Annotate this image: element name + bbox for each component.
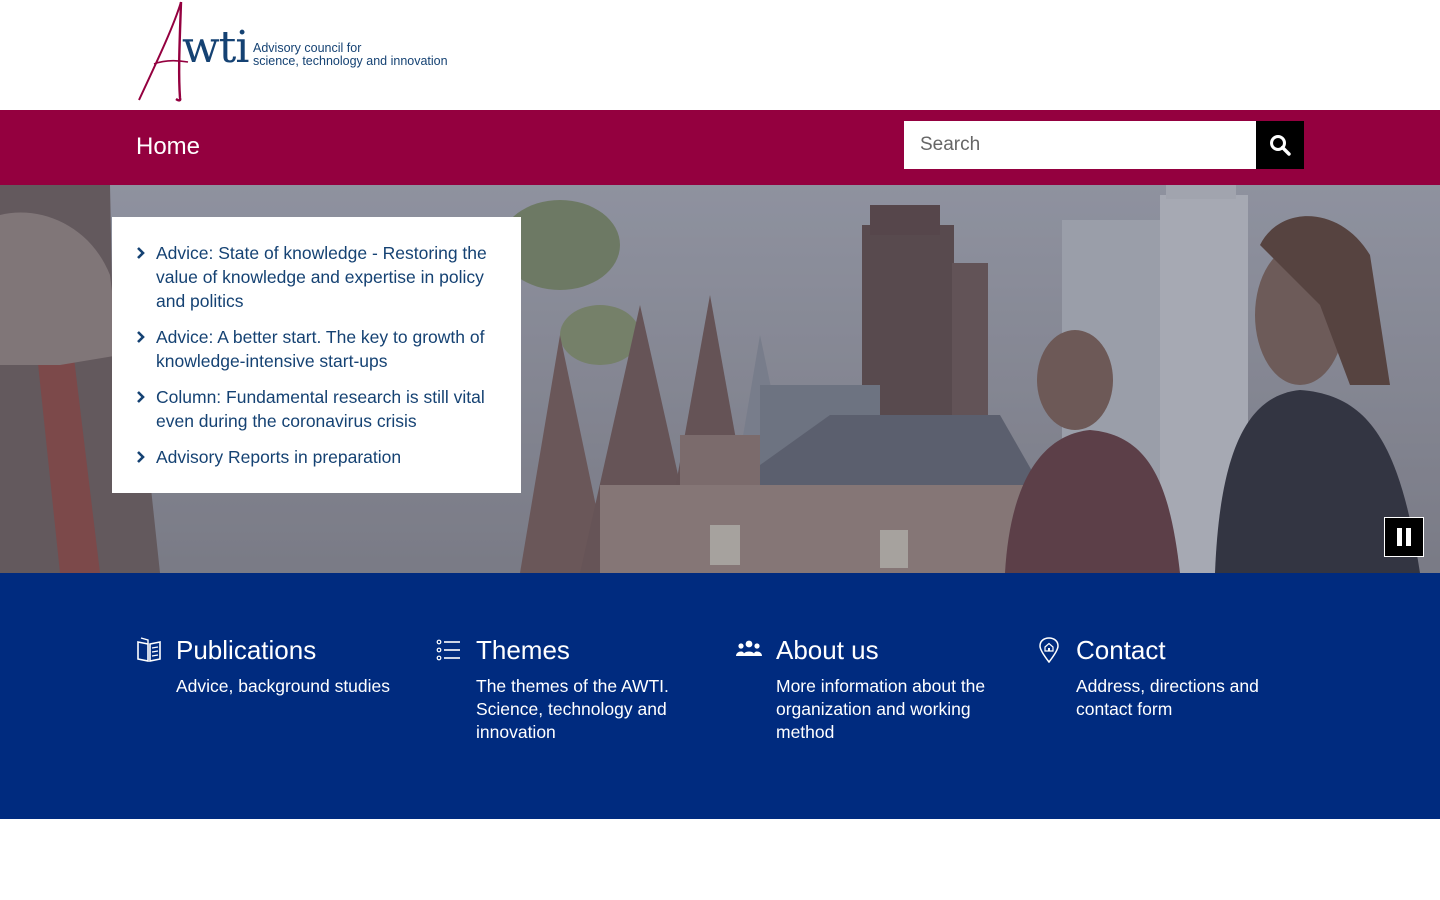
tile-description: More information about the organization … [776, 676, 986, 742]
search-icon [1270, 135, 1291, 156]
tile-description: The themes of the AWTI. Science, technol… [476, 676, 669, 742]
hero-slideshow: Advice: State of knowledge - Restoring t… [0, 185, 1440, 573]
location-pin-icon [1039, 637, 1059, 663]
tile-title: Contact [1076, 635, 1166, 665]
tile-title: Themes [476, 635, 570, 665]
nav-home-link[interactable]: Home [136, 132, 200, 162]
tile-description: Advice, background studies [176, 676, 391, 696]
tile-description: Address, directions and contact form [1076, 676, 1259, 719]
chevron-right-icon [137, 391, 145, 403]
news-item: Column: Fundamental research is still vi… [136, 385, 501, 433]
pause-icon [1397, 528, 1411, 546]
search-input[interactable] [904, 121, 1256, 169]
chevron-right-icon [137, 247, 145, 259]
list-icon [436, 639, 460, 661]
news-link[interactable]: Advisory Reports in preparation [156, 445, 501, 469]
chevron-right-icon [137, 331, 145, 343]
news-highlights: Advice: State of knowledge - Restoring t… [112, 217, 521, 493]
site-header: wti Advisory council for science, techno… [0, 0, 1440, 110]
awti-logo[interactable]: wti Advisory council for science, techno… [136, 0, 456, 102]
news-item: Advice: A better start. The key to growt… [136, 325, 501, 373]
news-item: Advice: State of knowledge - Restoring t… [136, 241, 501, 313]
chevron-right-icon [137, 451, 145, 463]
logo-tagline: Advisory council for science, technology… [253, 41, 448, 68]
news-link[interactable]: Advice: State of knowledge - Restoring t… [156, 241, 501, 313]
news-link[interactable]: Advice: A better start. The key to growt… [156, 325, 501, 373]
search-button[interactable] [1256, 121, 1304, 169]
news-link[interactable]: Column: Fundamental research is still vi… [156, 385, 501, 433]
main-navbar: Home [0, 110, 1440, 185]
people-icon [736, 640, 762, 656]
tile-title: Publications [176, 635, 317, 665]
news-item: Advisory Reports in preparation [136, 445, 501, 469]
slideshow-pause-button[interactable] [1384, 517, 1424, 557]
news-list: Advice: State of knowledge - Restoring t… [136, 241, 501, 469]
tile-title: About us [776, 635, 879, 665]
logo-wordmark: wti [182, 22, 249, 73]
book-icon [137, 637, 161, 662]
quick-links-band: Publications Advice, background studies … [0, 573, 1440, 819]
